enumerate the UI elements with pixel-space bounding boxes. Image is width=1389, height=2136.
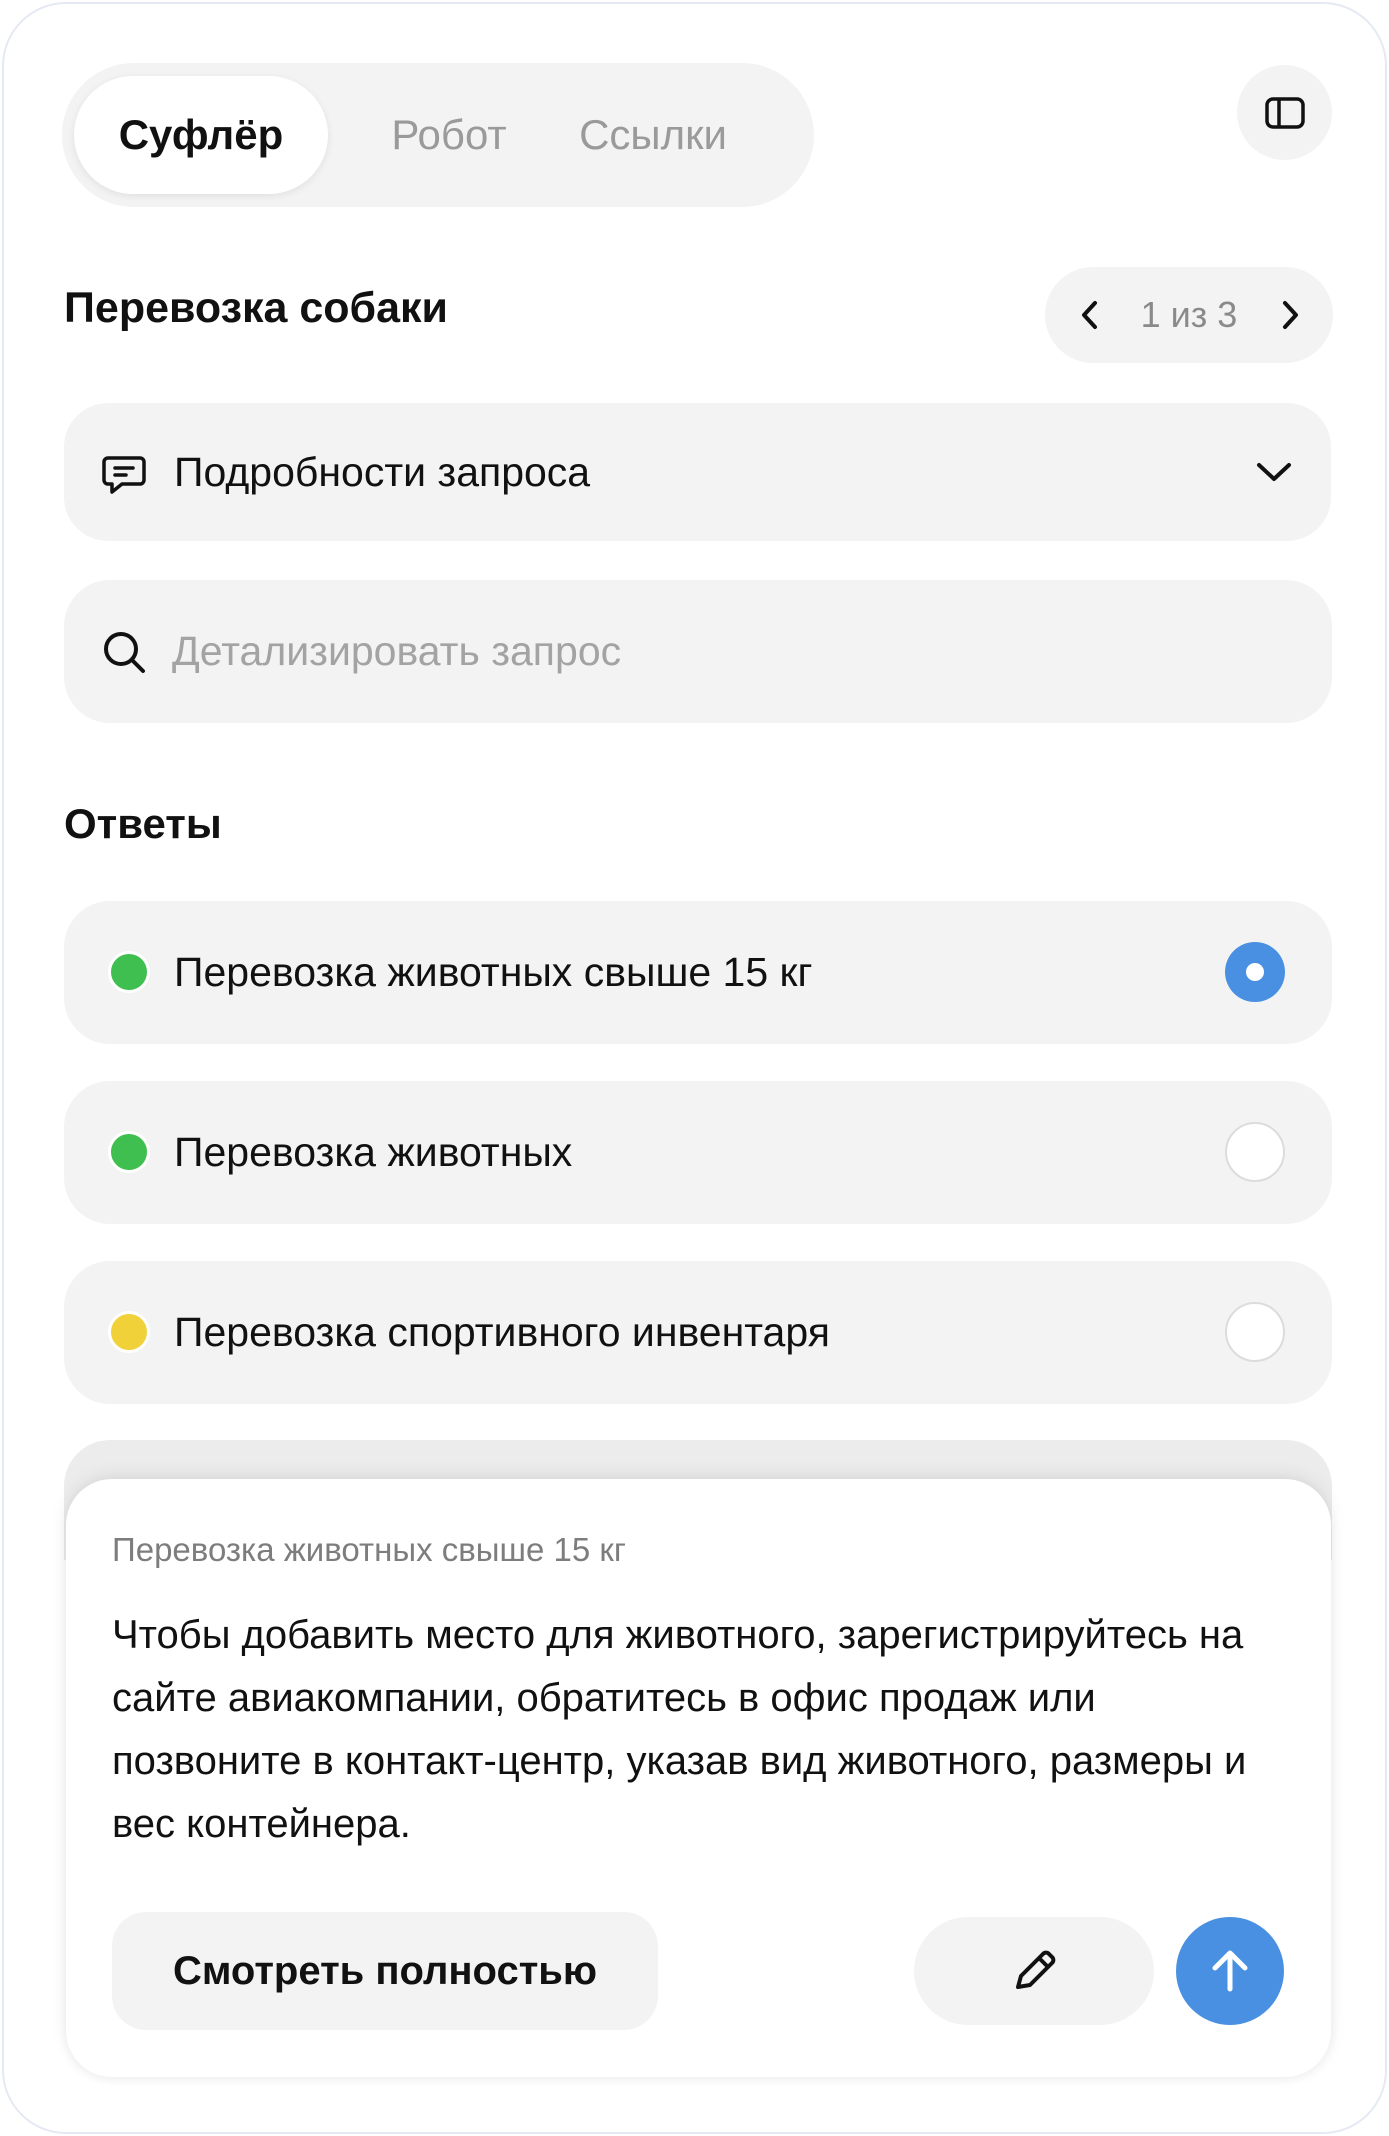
preview-text: Чтобы добавить место для животного, заре… [112, 1613, 1247, 1846]
chevron-down-icon [1257, 463, 1291, 481]
arrow-up-icon [1212, 1950, 1248, 1992]
assistant-panel: Суфлёр Робот Ссылки Перевозка собаки 1 и… [2, 2, 1387, 2134]
tab-robot[interactable]: Робот [364, 76, 534, 194]
edit-button[interactable] [914, 1917, 1154, 2025]
send-button[interactable] [1176, 1917, 1284, 2025]
tab-prompter[interactable]: Суфлёр [74, 76, 328, 194]
answer-radio[interactable] [1225, 1122, 1285, 1182]
answer-preview-card: Перевозка животных свыше 15 кг Чтобы доб… [66, 1479, 1331, 2077]
request-pager: 1 из 3 [1045, 267, 1333, 363]
chevron-left-icon [1082, 301, 1097, 329]
request-details-label: Подробности запроса [174, 449, 591, 495]
sidebar-panel-icon [1264, 96, 1305, 129]
status-dot [108, 1131, 150, 1173]
refine-request-field [64, 580, 1332, 723]
answer-radio[interactable] [1225, 942, 1285, 1002]
answer-option[interactable]: Перевозка спортивного инвентаря [64, 1261, 1332, 1404]
answer-label: Перевозка спортивного инвентаря [174, 1309, 830, 1355]
previous-button[interactable] [1055, 267, 1125, 363]
pencil-icon [1016, 1950, 1056, 1989]
tab-links[interactable]: Ссылки [558, 76, 748, 194]
chevron-right-icon [1283, 301, 1298, 329]
answer-option[interactable]: Перевозка животных свыше 15 кг [64, 901, 1332, 1044]
answer-radio[interactable] [1225, 1302, 1285, 1362]
request-title: Перевозка собаки [64, 284, 448, 332]
answer-label: Перевозка животных свыше 15 кг [174, 949, 813, 995]
pager-count: 1 из 3 [1140, 294, 1238, 335]
status-dot [108, 951, 150, 993]
search-icon [104, 632, 145, 673]
answer-option[interactable]: Перевозка животных [64, 1081, 1332, 1224]
answer-label: Перевозка животных [174, 1129, 573, 1175]
toggle-sidebar-button[interactable] [1237, 65, 1332, 160]
request-details-toggle[interactable]: Подробности запроса [64, 403, 1331, 541]
refine-request-input[interactable] [172, 580, 1272, 723]
preview-subtitle: Перевозка животных свыше 15 кг [112, 1531, 626, 1568]
message-icon [102, 456, 146, 494]
answers-heading: Ответы [64, 800, 222, 847]
tab-bar: Суфлёр Робот Ссылки [62, 63, 814, 207]
next-button[interactable] [1255, 267, 1325, 363]
view-full-button[interactable]: Смотреть полностью [112, 1912, 658, 2030]
status-dot [108, 1311, 150, 1353]
